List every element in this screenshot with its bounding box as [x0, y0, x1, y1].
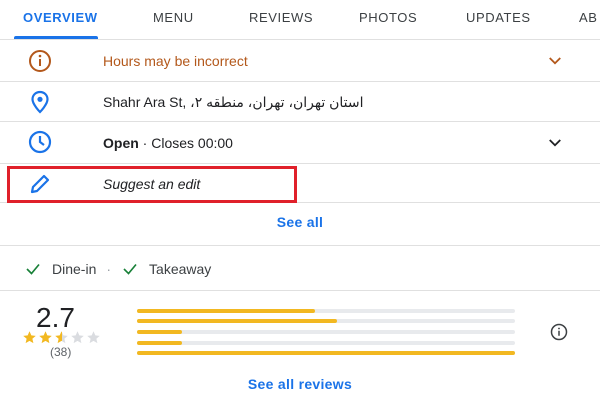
closes-time: Closes 00:00: [151, 135, 233, 151]
tab-photos[interactable]: PHOTOS: [359, 10, 417, 25]
tab-bar: OVERVIEW MENU REVIEWS PHOTOS UPDATES AB: [0, 0, 600, 40]
tab-menu[interactable]: MENU: [153, 10, 194, 25]
info-icon[interactable]: [549, 322, 569, 342]
rating-bar-fill: [137, 319, 338, 323]
active-tab-indicator: [14, 36, 98, 39]
star-icon: [39, 331, 52, 344]
clock-icon: [26, 128, 54, 156]
half-star-icon: [55, 331, 68, 344]
dine-in-label: Dine-in: [52, 261, 97, 277]
rating-bar-4: [137, 319, 515, 323]
hours-separator: ·: [138, 135, 152, 151]
location-pin-icon: [26, 88, 54, 116]
rating-bar-fill: [137, 341, 183, 345]
hours-warning-row[interactable]: Hours may be incorrect: [0, 41, 600, 82]
divider: [0, 290, 600, 291]
check-icon: [26, 263, 40, 275]
rating-bar-5: [137, 309, 515, 313]
address-row[interactable]: Shahr Ara St, استان تهران، تهران، منطقه …: [0, 82, 600, 122]
address-persian: استان تهران، تهران، منطقه ۲،: [190, 94, 364, 110]
star-rating: [22, 330, 101, 345]
hours-text: Open · Closes 00:00: [103, 135, 233, 151]
rating-bar-1: [137, 351, 515, 355]
hours-row[interactable]: Open · Closes 00:00: [0, 122, 600, 164]
tab-about[interactable]: AB: [579, 10, 598, 25]
chevron-down-icon[interactable]: [546, 134, 564, 152]
address-text: Shahr Ara St, استان تهران، تهران، منطقه …: [103, 94, 364, 110]
rating-count: (38): [50, 345, 72, 359]
see-all-reviews-link[interactable]: See all reviews: [0, 376, 600, 392]
tab-reviews[interactable]: REVIEWS: [249, 10, 313, 25]
takeaway-label: Takeaway: [149, 261, 212, 277]
empty-star-icon: [87, 331, 100, 344]
empty-star-icon: [71, 331, 84, 344]
highlight-box: [7, 166, 297, 203]
rating-bar-3: [137, 330, 515, 334]
rating-bar-fill: [137, 351, 515, 355]
info-circle-icon: [26, 47, 54, 75]
tab-updates[interactable]: UPDATES: [466, 10, 531, 25]
open-status: Open: [103, 135, 139, 151]
star-icon: [23, 331, 36, 344]
chevron-down-icon[interactable]: [546, 52, 564, 70]
rating-bar-fill: [137, 309, 315, 313]
rating-bar-fill: [137, 330, 183, 334]
service-options: Dine-in · Takeaway: [24, 260, 211, 278]
see-all-link[interactable]: See all: [0, 214, 600, 230]
tab-overview[interactable]: OVERVIEW: [23, 10, 98, 25]
service-separator: ·: [106, 261, 112, 277]
check-icon: [123, 263, 137, 275]
divider: [0, 245, 600, 246]
hours-warning-text: Hours may be incorrect: [103, 53, 248, 69]
rating-bar-2: [137, 341, 515, 345]
address-latin: Shahr Ara St: [103, 94, 183, 110]
